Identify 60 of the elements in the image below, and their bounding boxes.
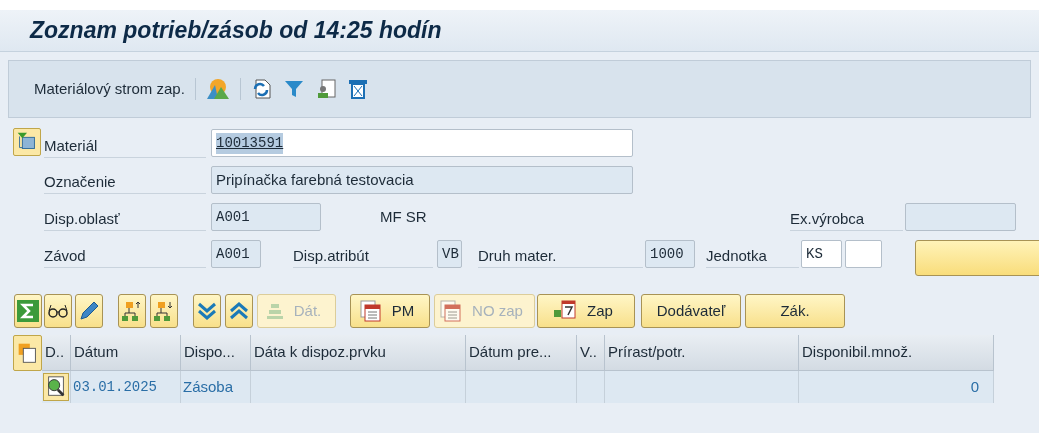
column-header[interactable]: Dátum xyxy=(71,335,181,370)
toolbar-button[interactable]: Dodávateľ xyxy=(641,294,741,328)
column-header[interactable]: Prírast/potr. xyxy=(605,335,799,370)
mrp-area-field[interactable]: A001 xyxy=(211,203,321,231)
field-label: Závod xyxy=(44,246,86,266)
sum-icon xyxy=(17,300,39,322)
toolbar-button[interactable]: Zák. xyxy=(745,294,845,328)
material-field[interactable]: 10013591 xyxy=(211,129,633,157)
tree-icon[interactable] xyxy=(13,128,41,156)
glasses-icon xyxy=(47,302,69,320)
collapse-up-icon xyxy=(229,301,249,321)
field-label: Disp.atribút xyxy=(293,246,369,266)
material-tree-button[interactable]: Materiálový strom zap. xyxy=(34,77,185,101)
calendar-icon xyxy=(359,300,382,322)
column-header[interactable]: Dispo... xyxy=(181,335,251,370)
stacked-bars-icon xyxy=(265,302,284,320)
pencil-button[interactable] xyxy=(75,294,103,328)
mountain-icon[interactable] xyxy=(205,77,230,101)
collapse-button[interactable] xyxy=(225,294,253,328)
table-cell: 0 xyxy=(799,371,994,403)
hierarchy-down-icon xyxy=(153,300,175,322)
hierarchy-up-button[interactable] xyxy=(118,294,146,328)
unit-extra-field[interactable] xyxy=(845,240,882,268)
plant-field[interactable]: A001 xyxy=(211,240,261,268)
pencil-icon xyxy=(78,300,100,322)
column-header[interactable]: V.. xyxy=(577,335,605,370)
designation-field[interactable]: Pripínačka farebná testovacia xyxy=(211,166,633,194)
hierarchy-down-button[interactable] xyxy=(150,294,178,328)
area-name: MF SR xyxy=(380,207,427,227)
field-label: Označenie xyxy=(44,172,116,192)
table-cell: Zásoba xyxy=(181,371,251,403)
column-header[interactable]: Dátum pre... xyxy=(466,335,577,370)
mrp-type-field[interactable]: VB xyxy=(437,240,462,268)
magnifier-icon[interactable] xyxy=(43,373,69,401)
column-header[interactable]: D.. xyxy=(42,335,71,370)
layout-settings-icon[interactable] xyxy=(13,335,42,371)
material-type-field[interactable]: 1000 xyxy=(645,240,695,268)
field-label: Disp.oblasť xyxy=(44,209,120,229)
manufacturer-field[interactable] xyxy=(905,203,1016,231)
expand-down-icon xyxy=(197,301,217,321)
table-cell: 03.01.2025 xyxy=(71,371,181,403)
toolbar-button[interactable]: Zap xyxy=(537,294,635,328)
field-label: Jednotka xyxy=(706,246,767,266)
action-button[interactable] xyxy=(915,240,1039,276)
column-header[interactable]: Dáta k dispoz.prvku xyxy=(251,335,466,370)
field-label: Materiál xyxy=(44,136,98,156)
calendar-icon xyxy=(553,300,578,322)
toolbar-button[interactable]: PM xyxy=(350,294,430,328)
expand-button[interactable] xyxy=(193,294,221,328)
window-title: Zoznam potrieb/zásob od 14:25 hodín xyxy=(30,16,442,46)
column-header[interactable]: Disponibil.množ. xyxy=(799,335,994,370)
hourglass-icon[interactable] xyxy=(346,78,369,100)
calendar-icon xyxy=(440,300,463,322)
filter-icon[interactable] xyxy=(282,78,305,100)
glasses-button[interactable] xyxy=(44,294,72,328)
field-label: Ex.výrobca xyxy=(790,209,865,229)
hierarchy-up-icon xyxy=(121,300,143,322)
unit-field[interactable]: KS xyxy=(801,240,842,268)
field-label: Druh mater. xyxy=(478,246,557,266)
sigma-button[interactable] xyxy=(14,294,42,328)
